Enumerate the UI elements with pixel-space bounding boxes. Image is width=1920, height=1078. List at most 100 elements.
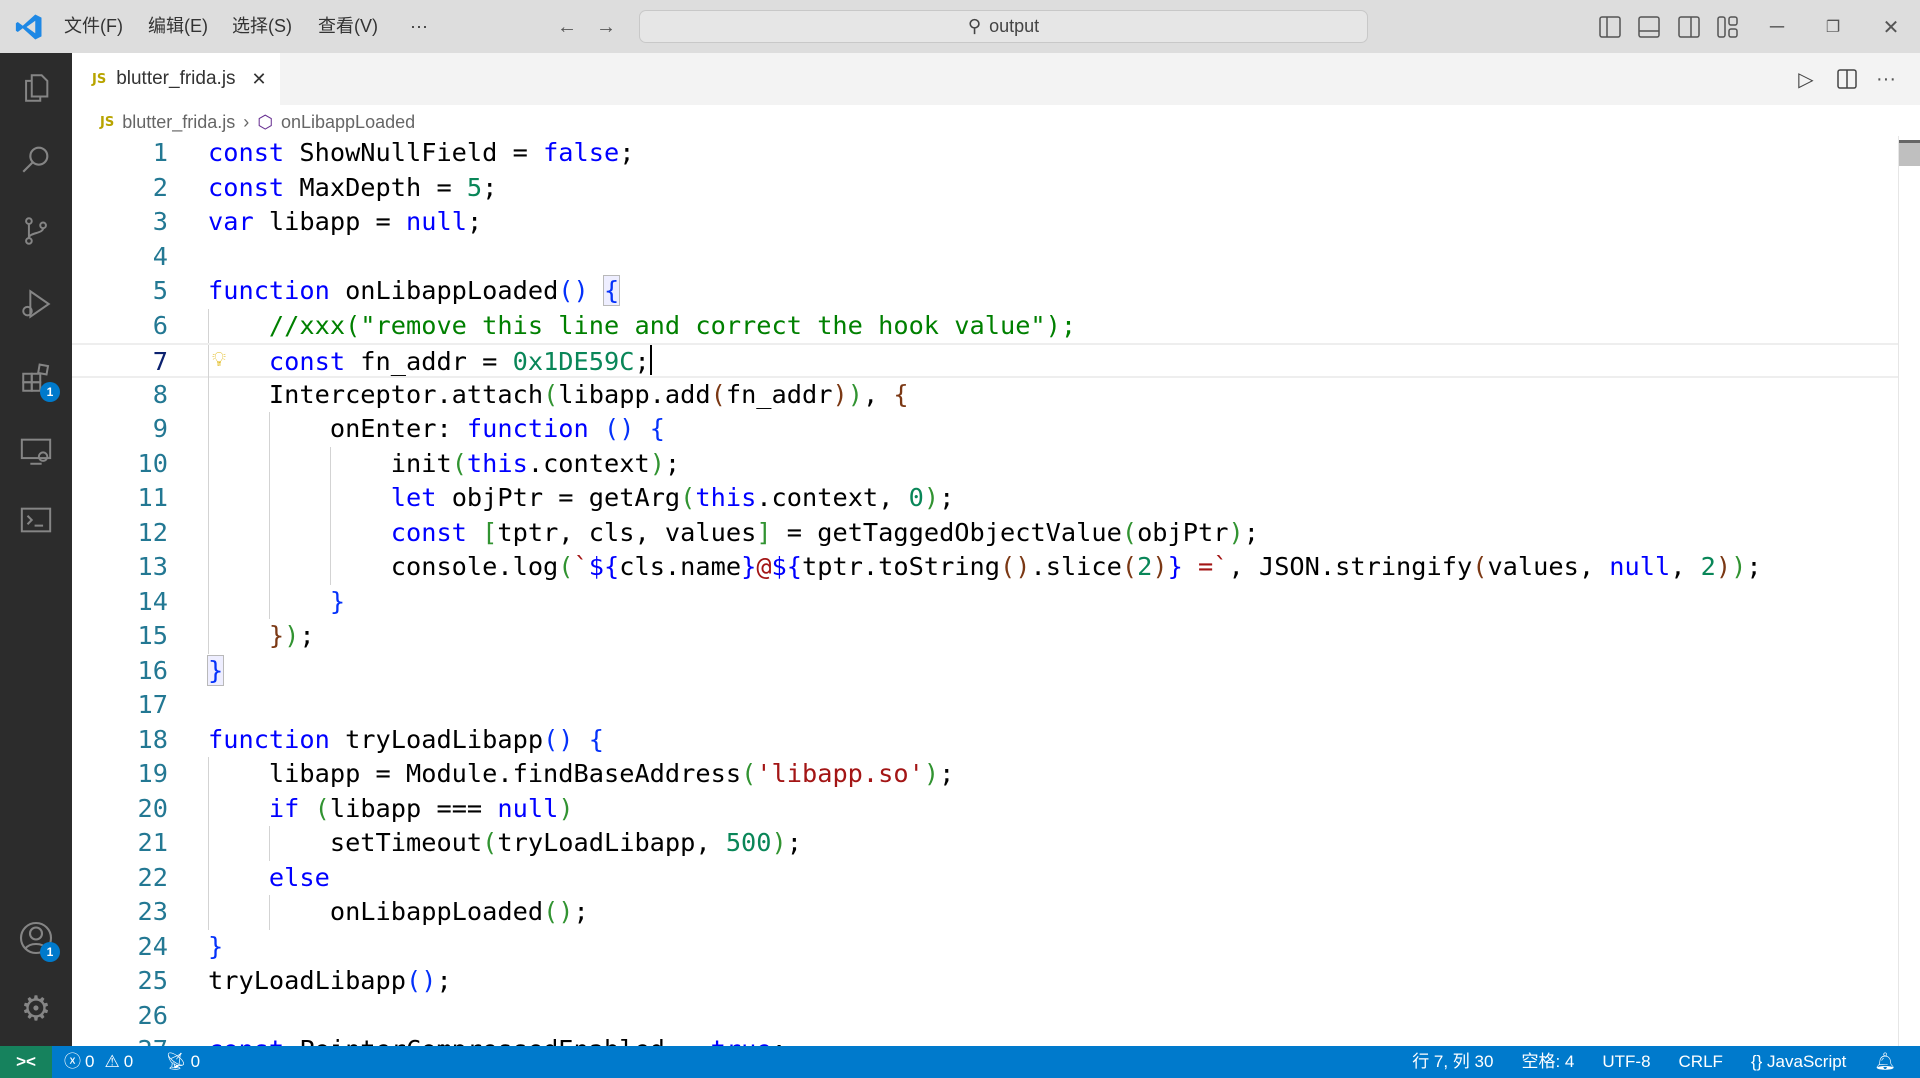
code-line[interactable]: 24} [72, 930, 1898, 965]
code-token: console.log [208, 552, 559, 581]
indentation[interactable]: 空格: 4 [1521, 1046, 1574, 1078]
code-line[interactable]: 7 const fn_addr = 0x1DE59C; 💡︎ [72, 342, 1898, 380]
terminal-icon[interactable] [14, 498, 58, 542]
code-line[interactable]: 20 if (libapp === null) [72, 791, 1898, 826]
split-editor-icon[interactable] [1830, 62, 1864, 96]
more-actions-icon[interactable]: ··· [1869, 62, 1903, 96]
encoding[interactable]: UTF-8 [1602, 1046, 1650, 1078]
lightbulb-icon[interactable]: 💡︎ [212, 342, 226, 377]
code-token: @ [756, 552, 772, 581]
code-token: 2 [1700, 552, 1716, 581]
line-number: 4 [152, 241, 168, 271]
customize-layout-icon[interactable] [1711, 10, 1745, 44]
code-line[interactable]: 23 onLibappLoaded(); [72, 895, 1898, 930]
code-line[interactable]: 14 } [72, 584, 1898, 619]
code-token: { [588, 724, 605, 754]
code-line[interactable]: 22 else [72, 860, 1898, 895]
code-line[interactable]: 21 setTimeout(tryLoadLibapp, 500); [72, 826, 1898, 861]
code-line[interactable]: 15 }); [72, 619, 1898, 654]
toggle-primary-sidebar-icon[interactable] [1593, 10, 1627, 44]
code-line[interactable]: 1 const ShowNullField = false; [72, 136, 1898, 171]
breadcrumb-file[interactable]: blutter_frida.js [122, 112, 235, 133]
code-editor[interactable]: 1 const ShowNullField = false; 2 const MaxD… [72, 136, 1898, 1046]
code-token: tptr.toString [802, 552, 1001, 581]
scrollbar-thumb[interactable] [1899, 140, 1920, 166]
code-line[interactable]: 8 Interceptor.attach(libapp.add(fn_addr)… [72, 377, 1898, 412]
minimize-icon[interactable]: ─ [1760, 10, 1794, 44]
code-line[interactable]: 16} [72, 654, 1898, 689]
menu-edit[interactable]: 编辑(E) [148, 0, 208, 53]
command-center-search[interactable]: ⚲ output [639, 10, 1368, 43]
back-arrow-icon[interactable]: ← [550, 10, 584, 44]
code-token: ( [314, 793, 330, 823]
code-text: const MaxDepth = 5; [208, 171, 497, 206]
code-line[interactable]: 3 var libapp = null; [72, 205, 1898, 240]
code-token: tryLoadLibapp [208, 966, 406, 995]
tab-close-icon[interactable]: ✕ [252, 69, 267, 90]
code-token: libapp = Module.findBaseAddress [208, 759, 742, 788]
code-line[interactable]: 25 tryLoadLibapp(); [72, 964, 1898, 999]
remote-explorer-icon[interactable] [14, 429, 58, 473]
text-cursor [649, 345, 652, 375]
code-token: null [1609, 552, 1671, 581]
toggle-secondary-sidebar-icon[interactable] [1672, 10, 1706, 44]
menu-selection[interactable]: 选择(S) [232, 0, 292, 53]
code-line[interactable]: 13 console.log(`${cls.name}@${tptr.toStr… [72, 550, 1898, 585]
code-token: ( [451, 448, 467, 478]
code-text: const PointerCompressedEnabled = true; [208, 1033, 787, 1046]
accounts-icon[interactable]: 1 [14, 916, 60, 962]
code-line[interactable]: 26 [72, 999, 1898, 1034]
run-debug-icon[interactable] [14, 282, 58, 326]
end-of-line[interactable]: CRLF [1679, 1046, 1723, 1078]
settings-gear-icon[interactable]: ⚙ [14, 987, 58, 1031]
code-token: false [543, 138, 620, 167]
ports-indicator[interactable]: 📡︎ 0 [165, 1046, 200, 1078]
code-line[interactable]: 18 function tryLoadLibapp() { [72, 723, 1898, 758]
code-token: ; [939, 483, 955, 512]
extensions-icon[interactable]: 1 [14, 356, 60, 402]
vertical-scrollbar[interactable] [1898, 136, 1920, 1046]
menu-more[interactable]: ··· [410, 0, 428, 53]
breadcrumb-symbol[interactable]: onLibappLoaded [281, 112, 415, 133]
code-line[interactable]: 6 //xxx("remove this line and correct th… [72, 308, 1898, 343]
close-icon[interactable]: ✕ [1874, 10, 1908, 44]
line-number: 8 [152, 379, 168, 409]
search-icon[interactable] [14, 137, 58, 181]
forward-arrow-icon[interactable]: → [589, 10, 623, 44]
code-line[interactable]: 12 const [tptr, cls, values] = getTagged… [72, 515, 1898, 550]
code-line[interactable]: 17 [72, 688, 1898, 723]
menu-file[interactable]: 文件(F) [64, 0, 123, 53]
line-number: 23 [137, 897, 168, 926]
code-token: function [466, 414, 589, 443]
code-line[interactable]: 27 const PointerCompressedEnabled = true; [72, 1033, 1898, 1046]
code-token: tryLoadLibapp, [497, 828, 726, 857]
code-token: ( [1121, 552, 1138, 581]
remote-indicator-icon[interactable]: >< [0, 1046, 52, 1078]
code-token: ( [482, 828, 498, 857]
run-file-icon[interactable]: ▷ [1789, 62, 1823, 96]
source-control-icon[interactable] [14, 209, 58, 253]
restore-icon[interactable]: ❐ [1816, 10, 1850, 44]
code-line[interactable]: 2 const MaxDepth = 5; [72, 171, 1898, 206]
code-line[interactable]: 9 onEnter: function () { [72, 412, 1898, 447]
menu-view[interactable]: 查看(V) [318, 0, 378, 53]
code-token: ) [832, 379, 848, 409]
code-token: ; [634, 347, 650, 376]
cursor-position[interactable]: 行 7, 列 30 [1412, 1046, 1493, 1078]
language-mode[interactable]: {} JavaScript [1751, 1046, 1846, 1078]
code-line[interactable]: 19 libapp = Module.findBaseAddress('liba… [72, 757, 1898, 792]
code-line[interactable]: 10 init(this.context); [72, 446, 1898, 481]
code-line[interactable]: 5 function onLibappLoaded() { [72, 274, 1898, 309]
code-line[interactable]: 4 [72, 240, 1898, 275]
code-line[interactable]: 11 let objPtr = getArg(this.context, 0); [72, 481, 1898, 516]
notifications-bell-icon[interactable]: 🔔︎ [1874, 1046, 1896, 1078]
toggle-panel-icon[interactable] [1632, 10, 1666, 44]
line-number: 27 [72, 1033, 168, 1046]
explorer-icon[interactable] [14, 66, 58, 110]
problems-indicator[interactable]: ⓧ 0 ⚠ 0 [64, 1046, 133, 1078]
accounts-badge: 1 [40, 942, 60, 962]
tab-blutter-frida-js[interactable]: JS blutter_frida.js ✕ [72, 53, 280, 105]
code-text: } [206, 654, 225, 689]
